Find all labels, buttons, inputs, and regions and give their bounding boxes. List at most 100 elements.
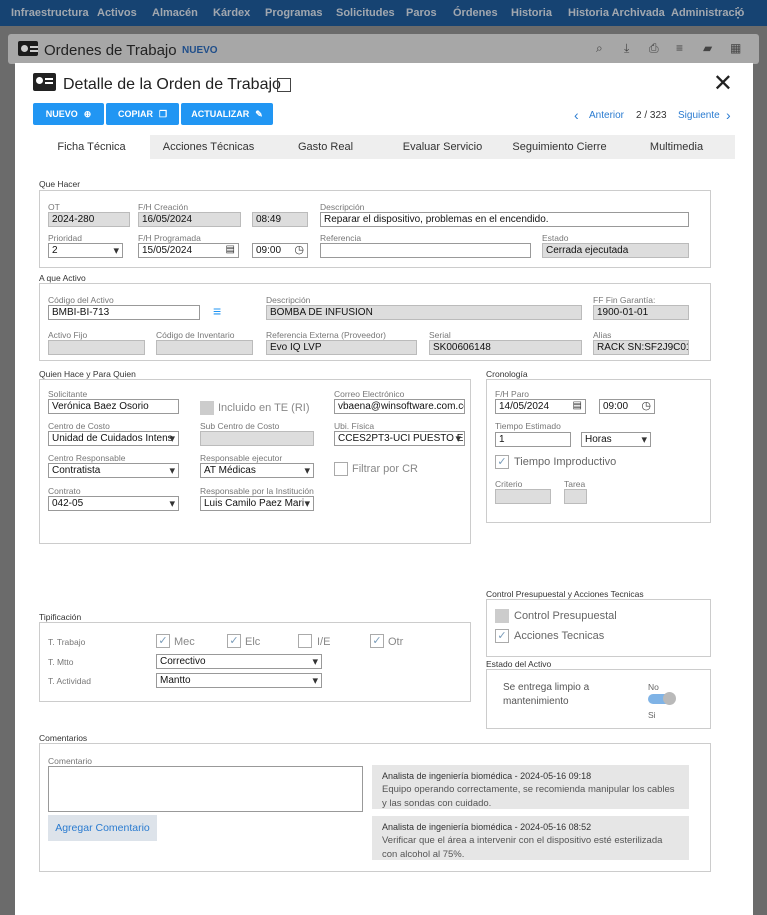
inventario-label: Código de Inventario [156,330,235,340]
nav-activos[interactable]: Activos [97,7,137,19]
presupuestal-checkbox[interactable] [495,609,509,623]
mtto-select[interactable]: Correctivo [156,654,322,669]
garantia-label: FF Fin Garantía: [593,295,656,305]
nav-ordenes[interactable]: Órdenes [453,7,498,19]
comentario-textarea[interactable] [48,766,363,812]
codigo-label: Código del Activo [48,295,114,305]
filtrar-checkbox[interactable] [334,462,348,476]
more-icon[interactable]: ⋮ [731,4,745,21]
referencia-input[interactable] [320,243,531,258]
update-button[interactable]: ACTUALIZAR ✎ [181,103,273,125]
copy-button[interactable]: COPIAR ❐ [106,103,179,125]
creacion-label: F/H Creación [138,202,189,212]
unidad-select[interactable]: Horas [581,432,651,447]
ot-field: 2024-280 [48,212,130,227]
section-activo: A que Activo [39,273,86,283]
resp-select[interactable]: Contratista [48,463,179,478]
tiempo-input[interactable]: 1 [495,432,571,447]
ubi-select[interactable]: CCES2PT3-UCI PUESTO El [334,431,465,446]
tab-ficha-tecnica[interactable]: Ficha Técnica [33,135,150,159]
download-icon[interactable]: ⤓ [624,41,629,56]
codigo-input[interactable]: BMBI-BI-713 [48,305,200,320]
nav-infraestructura[interactable]: Infraestructura [11,7,89,19]
section-estado-activo: Estado del Activo [486,659,552,669]
ot-label: OT [48,202,60,212]
nav-solicitudes[interactable]: Solicitudes [336,7,395,19]
id-card-icon [18,41,38,56]
nav-almacen[interactable]: Almacén [152,7,198,19]
elc-checkbox[interactable]: ✓ [227,634,241,648]
ie-label: I/E [317,636,331,648]
search-icon[interactable]: ⌕ [596,41,603,56]
grid-icon[interactable]: ▦ [730,41,741,55]
descripcion-input[interactable]: Reparar el dispositivo, problemas en el … [320,212,689,227]
cc-label: Centro de Costo [48,421,110,431]
nav-programas[interactable]: Programas [265,7,322,19]
correo-input[interactable]: vbaena@winsoftware.com.co [334,399,465,414]
mtto-label: T. Mtto [48,657,74,667]
solicitante-label: Solicitante [48,389,88,399]
subcc-label: Sub Centro de Costo [200,421,280,431]
top-navigation: Infraestructura Activos Almacén Kárdex P… [0,0,767,26]
tab-multimedia[interactable]: Multimedia [618,135,735,159]
title-checkbox[interactable] [277,78,291,92]
nav-historia[interactable]: Historia [511,7,552,19]
tab-bar: Ficha Técnica Acciones Técnicas Gasto Re… [33,135,735,159]
inst-select[interactable]: Luis Camilo Paez Mari [200,496,314,511]
inst-label: Responsable por la Institución [200,486,314,496]
paro-date-input[interactable]: 14/05/2024 [495,399,586,414]
new-button[interactable]: NUEVO ⊕ [33,103,104,125]
tab-seguimiento-cierre[interactable]: Seguimiento Cierre [501,135,618,159]
paro-time-input[interactable]: 09:00 [599,399,655,414]
estado-activo-toggle[interactable] [648,692,676,705]
solicitante-input[interactable]: Verónica Baez Osorio [48,399,179,414]
tarea-label: Tarea [564,479,586,489]
trabajo-label: T. Trabajo [48,637,86,647]
close-icon[interactable]: ✕ [713,69,733,98]
comment-icon[interactable]: ▰ [703,41,712,55]
estado-field: Cerrada ejecutada [542,243,689,258]
ejec-select[interactable]: AT Médicas [200,463,314,478]
chevron-left-icon[interactable]: ‹ [574,107,579,123]
prioridad-select[interactable]: 2 [48,243,123,258]
copy-button-label: COPIAR [117,109,153,119]
otr-checkbox[interactable]: ✓ [370,634,384,648]
toggle-si-label: Si [648,710,656,720]
add-comment-button[interactable]: Agregar Comentario [48,815,157,841]
tiempo-label: Tiempo Estimado [495,421,561,431]
comment-body: Verificar que el área a intervenir con e… [382,835,663,860]
tab-acciones-tecnicas[interactable]: Acciones Técnicas [150,135,267,159]
cc-select[interactable]: Unidad de Cuidados Intens [48,431,179,446]
chevron-right-icon[interactable]: › [726,107,731,123]
acciones-checkbox[interactable]: ✓ [495,629,509,643]
id-card-icon [33,73,56,91]
referencia-label: Referencia [320,233,362,243]
mec-checkbox[interactable]: ✓ [156,634,170,648]
estado-label: Estado [542,233,569,243]
activo-desc-label: Descripción [266,295,311,305]
filter-icon[interactable]: ≡ [213,303,221,319]
alias-label: Alias [593,330,612,340]
pencil-icon: ✎ [255,108,263,119]
filter-icon[interactable]: ≡ [676,41,683,55]
page-header: Ordenes de Trabajo NUEVO ⌕ ⤓ ⎙ ≡ ▰ ▦ [8,34,759,64]
prev-link[interactable]: Anterior [589,110,624,121]
actividad-select[interactable]: Mantto [156,673,322,688]
improductivo-checkbox[interactable]: ✓ [495,455,509,469]
contrato-select[interactable]: 042-05 [48,496,179,511]
new-badge[interactable]: NUEVO [182,45,218,56]
tab-gasto-real[interactable]: Gasto Real [267,135,384,159]
improductivo-label: Tiempo Improductivo [514,456,617,468]
incluido-checkbox[interactable] [200,401,214,415]
tab-evaluar-servicio[interactable]: Evaluar Servicio [384,135,501,159]
programada-date-input[interactable]: 15/05/2024 [138,243,239,258]
update-button-label: ACTUALIZAR [191,109,250,119]
ie-checkbox[interactable] [298,634,312,648]
print-icon[interactable]: ⎙ [649,41,659,56]
nav-paros[interactable]: Paros [406,7,437,19]
programada-time-input[interactable]: 09:00 [252,243,308,258]
nav-historia-archivada[interactable]: Historia Archivada [568,7,665,19]
nav-kardex[interactable]: Kárdex [213,7,250,19]
fijo-field [48,340,145,355]
next-link[interactable]: Siguiente [678,110,720,121]
